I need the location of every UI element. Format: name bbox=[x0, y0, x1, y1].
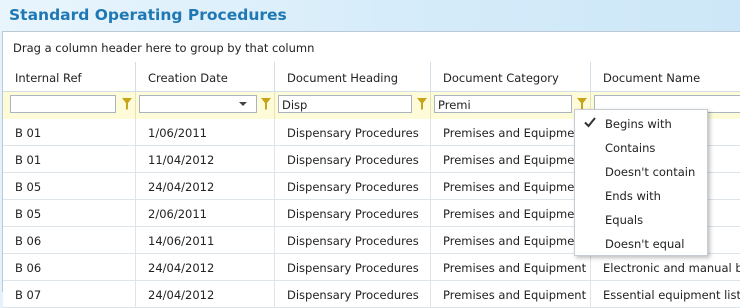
table-row[interactable]: B 07 24/04/2012 Dispensary Procedures Pr… bbox=[3, 281, 740, 308]
cell-document-category: Premises and Equipment bbox=[431, 227, 591, 253]
filter-cell-document-category: Premi bbox=[431, 92, 591, 119]
filter-cell-internal-ref bbox=[3, 92, 136, 119]
menu-item-begins-with[interactable]: Begins with bbox=[575, 112, 707, 136]
cell-creation-date: 11/04/2012 bbox=[136, 146, 275, 172]
cell-creation-date: 2/06/2011 bbox=[136, 200, 275, 226]
menu-item-label: Ends with bbox=[605, 189, 661, 203]
cell-creation-date: 14/06/2011 bbox=[136, 227, 275, 253]
cell-document-heading: Dispensary Procedures bbox=[275, 281, 431, 307]
cell-internal-ref: B 05 bbox=[3, 200, 136, 226]
page-title: Standard Operating Procedures bbox=[9, 6, 287, 24]
cell-creation-date: 1/06/2011 bbox=[136, 119, 275, 145]
cell-document-heading: Dispensary Procedures bbox=[275, 146, 431, 172]
cell-document-heading: Dispensary Procedures bbox=[275, 227, 431, 253]
column-header-internal-ref[interactable]: Internal Ref bbox=[3, 62, 136, 92]
cell-internal-ref: B 05 bbox=[3, 173, 136, 199]
filter-operator-menu: Begins with Contains Doesn't contain End… bbox=[574, 109, 708, 256]
menu-item-doesnt-equal[interactable]: Doesn't equal bbox=[575, 232, 707, 256]
cell-document-category: Premises and Equipment bbox=[431, 173, 591, 199]
menu-item-ends-with[interactable]: Ends with bbox=[575, 184, 707, 208]
document-category-filter-input[interactable]: Premi bbox=[434, 95, 572, 113]
cell-document-category: Premises and Equipment bbox=[431, 146, 591, 172]
column-header-creation-date[interactable]: Creation Date bbox=[136, 62, 275, 92]
cell-internal-ref: B 01 bbox=[3, 119, 136, 145]
cell-creation-date: 24/04/2012 bbox=[136, 173, 275, 199]
menu-item-label: Begins with bbox=[605, 117, 672, 131]
column-header-document-category[interactable]: Document Category bbox=[431, 62, 591, 92]
menu-item-contains[interactable]: Contains bbox=[575, 136, 707, 160]
column-header-document-name[interactable]: Document Name bbox=[591, 62, 740, 92]
filter-cell-creation-date bbox=[136, 92, 275, 119]
cell-document-heading: Dispensary Procedures bbox=[275, 173, 431, 199]
cell-document-category: Premises and Equipment bbox=[431, 281, 591, 307]
cell-document-name: Essential equipment list bbox=[603, 288, 740, 302]
cell-document-heading: Dispensary Procedures bbox=[275, 200, 431, 226]
cell-document-heading: Dispensary Procedures bbox=[275, 119, 431, 145]
menu-item-doesnt-contain[interactable]: Doesn't contain bbox=[575, 160, 707, 184]
cell-creation-date: 24/04/2012 bbox=[136, 254, 275, 280]
cell-document-name: Electronic and manual bala bbox=[603, 261, 740, 275]
cell-internal-ref: B 01 bbox=[3, 146, 136, 172]
cell-document-category: Premises and Equipment bbox=[431, 200, 591, 226]
group-by-panel[interactable]: Drag a column header here to group by th… bbox=[3, 32, 740, 63]
column-header-document-heading[interactable]: Document Heading bbox=[275, 62, 431, 92]
funnel-icon[interactable] bbox=[261, 98, 271, 110]
group-by-hint: Drag a column header here to group by th… bbox=[13, 41, 315, 55]
menu-item-equals[interactable]: Equals bbox=[575, 208, 707, 232]
menu-item-label: Doesn't contain bbox=[605, 165, 696, 179]
cell-document-category: Premises and Equipment bbox=[431, 119, 591, 145]
internal-ref-filter-input[interactable] bbox=[10, 95, 116, 113]
table-row[interactable]: B 06 24/04/2012 Dispensary Procedures Pr… bbox=[3, 254, 740, 281]
check-icon bbox=[584, 117, 596, 128]
menu-item-label: Contains bbox=[605, 141, 656, 155]
cell-internal-ref: B 07 bbox=[3, 281, 136, 307]
chevron-down-icon[interactable] bbox=[239, 102, 247, 106]
funnel-icon[interactable] bbox=[122, 98, 132, 110]
cell-document-category: Premises and Equipment bbox=[431, 254, 591, 280]
page-header: Standard Operating Procedures bbox=[0, 0, 740, 31]
cell-creation-date: 24/04/2012 bbox=[136, 281, 275, 307]
funnel-icon[interactable] bbox=[417, 98, 427, 110]
cell-internal-ref: B 06 bbox=[3, 254, 136, 280]
document-heading-filter-input[interactable]: Disp bbox=[278, 95, 412, 113]
cell-internal-ref: B 06 bbox=[3, 227, 136, 253]
menu-item-label: Doesn't equal bbox=[605, 237, 685, 251]
menu-item-label: Equals bbox=[605, 213, 644, 227]
filter-cell-document-heading: Disp bbox=[275, 92, 431, 119]
cell-document-heading: Dispensary Procedures bbox=[275, 254, 431, 280]
